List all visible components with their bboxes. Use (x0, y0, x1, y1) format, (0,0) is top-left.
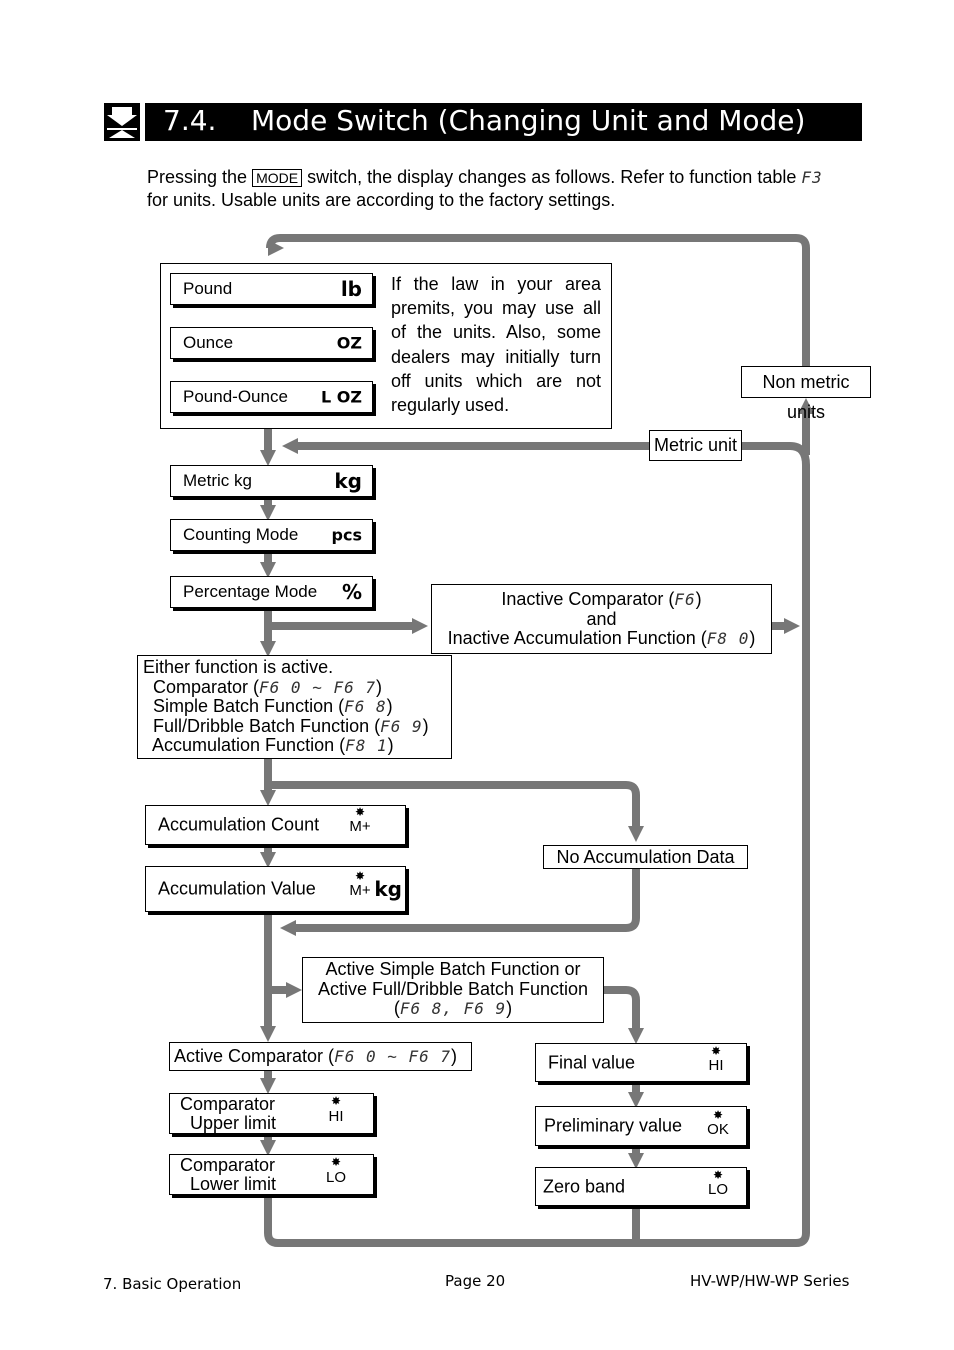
text: ) (422, 715, 429, 736)
lo-indicator-icon: ✸ LO (325, 1155, 346, 1186)
function-code: F6 8, F6 9 (399, 999, 507, 1018)
display-metric-kg: Metric kg kg (170, 465, 373, 497)
hi-indicator-icon: ✸ HI (708, 1044, 724, 1074)
text: Inactive Accumulation Function ( (447, 628, 707, 648)
text: Lower limit (190, 1174, 277, 1194)
mode-label: Pound-Ounce (183, 387, 288, 406)
m-plus-indicator-icon: ✸ M+ (349, 869, 371, 899)
mode-label: Final value (548, 1052, 636, 1072)
text: Comparator ( (153, 676, 260, 697)
units-note: If the law in your area premits, you may… (391, 274, 601, 416)
mode-label: Pound (183, 279, 233, 298)
footer-section: 7. Basic Operation (103, 1275, 242, 1293)
text: ) (506, 998, 513, 1018)
metric-unit-tag: Metric unit (649, 430, 742, 461)
ok-indicator-icon: ✸ OK (707, 1108, 729, 1138)
mode-label: Accumulation Value (158, 878, 316, 899)
no-accumulation-data-tag: No Accumulation Data (543, 845, 748, 869)
mode-label: Metric kg (183, 471, 252, 490)
text: Comparator (180, 1094, 276, 1114)
text: Upper limit (190, 1113, 277, 1133)
mode-label: Counting Mode (183, 525, 299, 544)
display-pound-ounce: Pound-Ounce L OZ (170, 381, 373, 413)
non-metric-tag: Non metric units (741, 366, 871, 422)
hi-indicator-icon: ✸ HI (328, 1094, 344, 1125)
indicator-label: M+ (349, 818, 371, 835)
mode-label: Preliminary value (544, 1115, 683, 1136)
text: Simple Batch Function ( (153, 696, 345, 716)
mode-label: Accumulation Count (158, 814, 320, 835)
display-accumulation-value: Accumulation Value ✸ M+ kg (145, 866, 406, 912)
footer-page-number: Page 20 (445, 1272, 506, 1290)
text: ) (451, 1046, 458, 1066)
active-batch-box: Active Simple Batch Function or Active F… (302, 957, 604, 1023)
mode-label: Zero band (543, 1176, 626, 1196)
unit-percent-icon: % (341, 580, 362, 604)
text: Inactive Comparator ( (501, 589, 675, 609)
text: Full/Dribble Batch Function ( (153, 715, 381, 736)
indicator-label: OK (707, 1121, 729, 1138)
indicator-label: HI (708, 1057, 724, 1074)
unit-pcs-icon: pcs (331, 525, 362, 545)
text: Active Full/Dribble Batch Function (317, 978, 589, 999)
indicator-label: LO (325, 1169, 346, 1186)
text: and (586, 608, 617, 629)
function-code: F6 (674, 590, 696, 609)
function-code: F8 0 (706, 629, 750, 648)
display-ounce: Ounce OZ (170, 327, 373, 359)
display-percentage: Percentage Mode% (170, 576, 373, 608)
text: Active Comparator ( (174, 1046, 335, 1066)
text: Active Simple Batch Function or (325, 959, 581, 979)
unit-oz-icon: OZ (336, 333, 362, 353)
display-final-value: Final value ✸ HI (535, 1043, 747, 1082)
indicator-label: M+ (349, 882, 371, 899)
text: ) (376, 676, 382, 697)
footer-series: HV-WP/HW-WP Series (690, 1272, 850, 1290)
display-counting: Counting Mode pcs (170, 519, 373, 551)
function-code: F8 1 (345, 736, 388, 755)
function-code: F6 9 (380, 716, 423, 736)
mode-label: Ounce (183, 333, 234, 352)
text: ) (387, 735, 394, 755)
display-accumulation-count: Accumulation Count ✸ M+ (145, 805, 406, 845)
display-pound: Pound lb (170, 273, 373, 305)
unit-lb-oz-icon: L OZ (321, 387, 362, 407)
function-code: F6 8 (344, 697, 387, 716)
either-title: Either function is active. (143, 657, 334, 677)
active-comparator-box: Active Comparator (F6 0 ~ F6 7) (169, 1042, 472, 1071)
display-preliminary-value: Preliminary value ✸ OK (535, 1106, 747, 1146)
inactive-box: Inactive Comparator (F6) and Inactive Ac… (431, 584, 772, 654)
text: ) (749, 628, 756, 648)
display-comparator-lower: Comparator Lower limit ✸ LO (169, 1154, 374, 1195)
text: Comparator (180, 1155, 276, 1175)
unit-kg-icon: kg (374, 877, 402, 901)
function-code: F6 0 ~ F6 7 (259, 677, 376, 697)
lo-indicator-icon: ✸ LO (707, 1168, 728, 1198)
either-active-box: Either function is active. Comparator (F… (137, 655, 452, 759)
manual-page: 7.4. Mode Switch (Changing Unit and Mode… (0, 0, 954, 1350)
unit-kg-icon: kg (334, 469, 362, 493)
mode-label: Percentage Mode (183, 582, 318, 601)
display-comparator-upper: Comparator Upper limit ✸ HI (169, 1093, 374, 1134)
text: ) (695, 589, 702, 609)
arrow-batch-to-final (603, 986, 644, 1044)
m-plus-indicator-icon: ✸ M+ (349, 805, 371, 835)
indicator-label: HI (328, 1108, 344, 1125)
text: ) (386, 696, 393, 716)
unit-lb-icon: lb (340, 277, 362, 301)
text: Accumulation Function ( (152, 735, 346, 755)
function-code: F6 0 ~ F6 7 (334, 1047, 452, 1066)
display-zero-band: Zero band ✸ LO (535, 1167, 747, 1206)
indicator-label: LO (707, 1181, 728, 1198)
